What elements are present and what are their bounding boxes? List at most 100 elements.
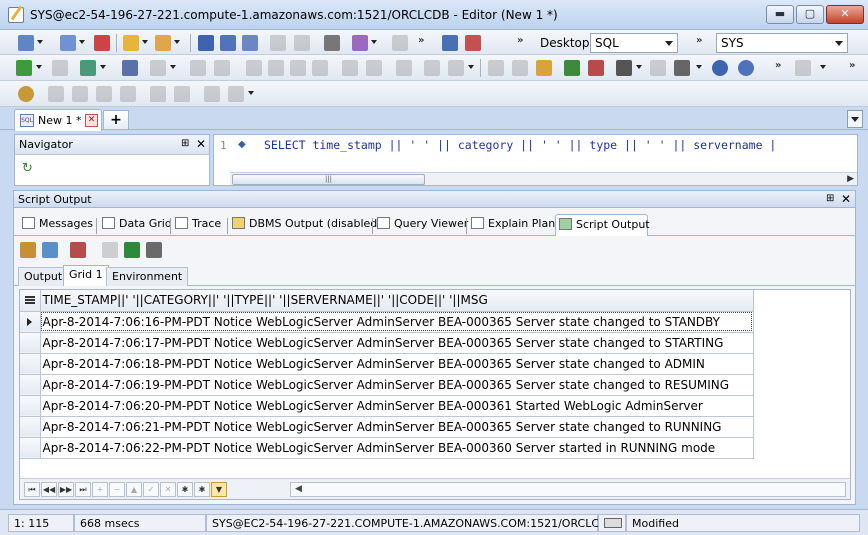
pin-icon[interactable]: ⊞ [181,138,189,149]
tab-output[interactable]: Output [18,267,69,286]
tab-new-1[interactable]: SQL New 1 * ✕ [14,109,102,131]
close-window-button[interactable]: ✕ [826,5,864,24]
bookmark-button[interactable]: ✱ [177,482,193,497]
connect-dropdown-icon[interactable] [37,40,43,44]
replace-icon[interactable] [674,60,690,76]
run-statement-icon[interactable] [16,60,32,76]
reports-icon[interactable] [442,35,458,51]
find-binoculars-icon[interactable] [616,60,632,76]
tab-environment[interactable]: Environment [106,267,189,286]
redo-icon[interactable] [738,60,754,76]
erase-icon[interactable] [588,60,604,76]
excel-export-icon[interactable] [124,242,140,258]
results-grid[interactable]: TIME_STAMP||' '||CATEGORY||' '||TYPE||' … [19,289,851,479]
table-row[interactable]: Apr-8-2014-7:06:18-PM-PDT Notice WebLogi… [20,353,754,375]
open-folder-icon[interactable] [123,35,139,51]
save-as-icon[interactable] [220,35,236,51]
disconnect-icon[interactable] [94,35,110,51]
pin-icon[interactable]: ⊞ [826,193,834,204]
run-dropdown-icon[interactable] [36,65,42,69]
toolbar-overflow-2-icon[interactable]: » [517,35,523,46]
filter-icon[interactable] [42,242,58,258]
find-dropdown-icon[interactable] [636,65,642,69]
print-icon[interactable] [324,35,340,51]
desktop-select[interactable]: SQL [590,33,678,53]
maximize-button[interactable]: ▢ [796,5,824,24]
recent-dropdown-icon[interactable] [174,40,180,44]
tab-script-output[interactable]: Script Output [555,214,650,236]
tab-list-dropdown[interactable] [847,110,863,128]
table-row[interactable]: Apr-8-2014-7:06:21-PM-PDT Notice WebLogi… [20,416,754,438]
minimize-button[interactable]: ▬ [766,5,794,24]
table-cell[interactable]: Apr-8-2014-7:06:17-PM-PDT Notice WebLogi… [40,332,754,354]
replace-dropdown-icon[interactable] [696,65,702,69]
editor-horizontal-scrollbar[interactable]: ||| ▶ [230,172,857,185]
explain-dropdown-icon[interactable] [100,65,106,69]
filter-funnel-button[interactable]: ▼ [211,482,227,497]
autotrace-icon[interactable] [122,60,138,76]
table-cell[interactable]: Apr-8-2014-7:06:22-PM-PDT Notice WebLogi… [40,437,754,459]
scroll-thumb[interactable]: ||| [232,174,425,185]
preferences-gear-icon[interactable] [18,86,34,102]
sql-code-line[interactable]: SELECT time_stamp || ' ' || category || … [264,138,776,152]
close-tab-icon[interactable]: ✕ [85,114,98,127]
tab-query-viewer[interactable]: Query Viewer [377,214,468,236]
tab-trace[interactable]: Trace [175,214,221,236]
refresh-icon[interactable]: ↻ [22,161,33,176]
table-cell[interactable]: Apr-8-2014-7:06:18-PM-PDT Notice WebLogi… [40,353,754,375]
scroll-left-icon[interactable]: ◀ [295,484,302,494]
save-icon[interactable] [198,35,214,51]
connect-icon[interactable] [18,35,34,51]
worksheet-dropdown-icon[interactable] [79,40,85,44]
first-record-button[interactable]: ⏮ [24,482,40,497]
table-row[interactable]: Apr-8-2014-7:06:20-PM-PDT Notice WebLogi… [20,395,754,417]
undo-icon[interactable] [712,60,728,76]
table-row[interactable]: Apr-8-2014-7:06:16-PM-PDT Notice WebLogi… [20,311,754,333]
open-dropdown-icon[interactable] [142,40,148,44]
tab-explain-plan[interactable]: Explain Plan [471,214,555,236]
validate-icon[interactable] [564,60,580,76]
last-record-button[interactable]: ⏭ [75,482,91,497]
open-recent-icon[interactable] [155,35,171,51]
print-output-icon[interactable] [146,242,162,258]
connection-select[interactable]: SYS [716,33,848,53]
table-cell[interactable]: Apr-8-2014-7:06:16-PM-PDT Notice WebLogi… [40,311,754,333]
tab-dbms-output[interactable]: DBMS Output (disabled) [232,214,382,236]
sql-editor[interactable]: 1 ◆ SELECT time_stamp || ' ' || category… [213,134,858,186]
table-row[interactable]: Apr-8-2014-7:06:17-PM-PDT Notice WebLogi… [20,332,754,354]
cut-icon [294,35,310,51]
tab-messages[interactable]: Messages [22,214,93,236]
close-icon[interactable]: ✕ [196,137,206,151]
scroll-right-icon[interactable]: ▶ [847,174,854,184]
toolbar-overflow-4-icon[interactable]: » [775,60,781,71]
sql-worksheet-icon[interactable] [60,35,76,51]
format-dropdown-icon[interactable] [371,40,377,44]
close-icon[interactable]: ✕ [841,192,851,206]
clear-output-icon[interactable] [70,242,86,258]
clipboard-icon[interactable] [536,60,552,76]
table-row[interactable]: Apr-8-2014-7:06:19-PM-PDT Notice WebLogi… [20,374,754,396]
toolbar-overflow-icon[interactable]: » [418,35,424,46]
new-tab-button[interactable]: + [103,110,129,130]
grid-horizontal-scrollbar[interactable]: ◀ [290,482,846,497]
grid-menu-icon[interactable] [20,290,41,312]
cancel-icon [214,60,230,76]
export-data-icon[interactable] [20,242,36,258]
explain-plan-icon[interactable] [80,60,96,76]
find-db-object-icon[interactable] [465,35,481,51]
table-row[interactable]: Apr-8-2014-7:06:22-PM-PDT Notice WebLogi… [20,437,754,459]
previous-page-button[interactable]: ◀◀ [41,482,57,497]
table-cell[interactable]: Apr-8-2014-7:06:20-PM-PDT Notice WebLogi… [40,395,754,417]
toolbar-overflow-5-icon[interactable]: » [849,60,855,71]
next-page-button[interactable]: ▶▶ [58,482,74,497]
goto-bookmark-button[interactable]: ✱ [194,482,210,497]
tab-data-grid[interactable]: Data Grid [102,214,172,236]
snippet-icon [72,86,88,102]
save-all-icon[interactable] [242,35,258,51]
sql-format-icon[interactable] [352,35,368,51]
column-header[interactable]: TIME_STAMP||' '||CATEGORY||' '||TYPE||' … [40,290,754,312]
table-cell[interactable]: Apr-8-2014-7:06:21-PM-PDT Notice WebLogi… [40,416,754,438]
tab-grid-1[interactable]: Grid 1 [63,265,109,286]
table-cell[interactable]: Apr-8-2014-7:06:19-PM-PDT Notice WebLogi… [40,374,754,396]
toolbar-overflow-3-icon[interactable]: » [696,35,702,46]
